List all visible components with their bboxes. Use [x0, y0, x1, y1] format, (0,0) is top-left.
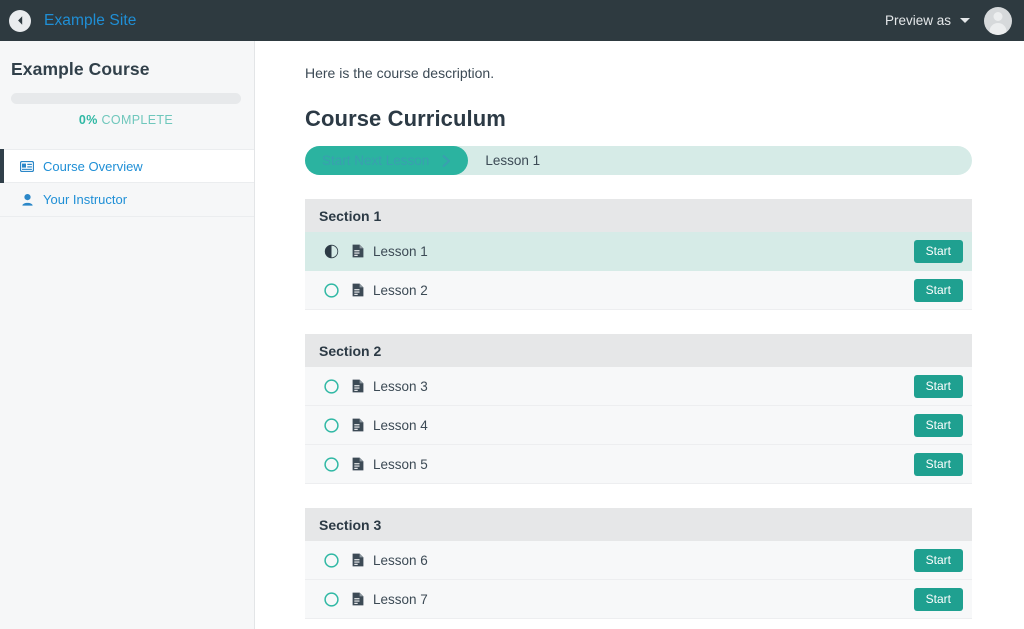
- start-button[interactable]: Start: [914, 375, 963, 398]
- lesson-name: Lesson 4: [373, 418, 428, 433]
- document-icon: [352, 379, 364, 393]
- back-icon[interactable]: [9, 10, 31, 32]
- next-lesson-name: Lesson 1: [485, 153, 540, 168]
- avatar-head: [994, 12, 1003, 21]
- empty-circle-icon: [323, 379, 339, 394]
- section-header: Section 1: [305, 199, 972, 232]
- avatar-body: [990, 23, 1007, 35]
- half-filled-circle-icon: [323, 244, 339, 259]
- preview-as-label: Preview as: [885, 13, 951, 28]
- progress-label: 0% COMPLETE: [11, 104, 241, 127]
- lesson-name: Lesson 2: [373, 283, 428, 298]
- course-progress: 0% COMPLETE: [0, 80, 254, 127]
- sidebar-nav: Course Overview Your Instructor: [0, 149, 254, 217]
- lesson-row[interactable]: Lesson 6 Start: [305, 541, 972, 580]
- document-icon: [352, 418, 364, 432]
- course-title: Example Course: [0, 41, 254, 80]
- start-button[interactable]: Start: [914, 240, 963, 263]
- preview-as-dropdown[interactable]: Preview as: [885, 13, 970, 28]
- lesson-row[interactable]: Lesson 2 Start: [305, 271, 972, 310]
- start-next-lesson-label: Start Next Lesson: [322, 153, 429, 168]
- section-lesson-list: Lesson 3 Start Lesson 4 Start: [305, 367, 972, 484]
- progress-bar-track: [11, 93, 241, 104]
- start-button[interactable]: Start: [914, 549, 963, 572]
- lesson-name: Lesson 7: [373, 592, 428, 607]
- section-title: Section 1: [319, 208, 381, 224]
- section-header: Section 2: [305, 334, 972, 367]
- empty-circle-icon: [323, 553, 339, 568]
- top-navigation-bar: Example Site Preview as: [0, 0, 1024, 41]
- empty-circle-icon: [323, 283, 339, 298]
- lesson-row[interactable]: Lesson 1 Start: [305, 232, 972, 271]
- curriculum-section: Section 1 Lesson 1 Start: [305, 199, 972, 310]
- sidebar-item-course-overview[interactable]: Course Overview: [0, 149, 254, 183]
- document-icon: [352, 457, 364, 471]
- chevron-left-icon: [14, 14, 27, 27]
- lesson-name: Lesson 5: [373, 457, 428, 472]
- course-description: Here is the course description.: [305, 65, 972, 81]
- avatar[interactable]: [984, 7, 1012, 35]
- main-content: Here is the course description. Course C…: [256, 41, 1024, 629]
- start-button[interactable]: Start: [914, 453, 963, 476]
- section-title: Section 3: [319, 517, 381, 533]
- curriculum-sections: Section 1 Lesson 1 Start: [305, 199, 972, 619]
- chevron-down-icon: [960, 18, 970, 23]
- document-icon: [352, 553, 364, 567]
- start-next-lesson-button[interactable]: Start Next Lesson: [305, 146, 468, 175]
- start-button[interactable]: Start: [914, 414, 963, 437]
- section-title: Section 2: [319, 343, 381, 359]
- empty-circle-icon: [323, 418, 339, 433]
- section-header: Section 3: [305, 508, 972, 541]
- course-sidebar: Example Course 0% COMPLETE Course Overvi…: [0, 41, 255, 629]
- curriculum-section: Section 3 Lesson 6 Start: [305, 508, 972, 619]
- next-lesson-banner: Start Next Lesson Lesson 1: [305, 146, 972, 175]
- lesson-name: Lesson 1: [373, 244, 428, 259]
- progress-complete-word: COMPLETE: [102, 113, 174, 127]
- lesson-name: Lesson 3: [373, 379, 428, 394]
- section-lesson-list: Lesson 6 Start Lesson 7 Start: [305, 541, 972, 619]
- overview-card-icon: [20, 161, 34, 172]
- sidebar-item-label: Your Instructor: [43, 192, 127, 207]
- site-title-link[interactable]: Example Site: [44, 12, 137, 30]
- page-title: Course Curriculum: [305, 106, 972, 132]
- document-icon: [352, 244, 364, 258]
- lesson-row[interactable]: Lesson 3 Start: [305, 367, 972, 406]
- section-lesson-list: Lesson 1 Start Lesson 2 Start: [305, 232, 972, 310]
- curriculum-section: Section 2 Lesson 3 Start: [305, 334, 972, 484]
- start-button[interactable]: Start: [914, 279, 963, 302]
- lesson-row[interactable]: Lesson 7 Start: [305, 580, 972, 619]
- lesson-row[interactable]: Lesson 5 Start: [305, 445, 972, 484]
- person-icon: [20, 194, 34, 206]
- sidebar-item-label: Course Overview: [43, 159, 143, 174]
- progress-percent: 0%: [79, 113, 98, 127]
- document-icon: [352, 283, 364, 297]
- chevron-right-icon: [442, 155, 451, 167]
- lesson-row[interactable]: Lesson 4 Start: [305, 406, 972, 445]
- top-bar-right-group: Preview as: [885, 7, 1012, 35]
- empty-circle-icon: [323, 457, 339, 472]
- start-button[interactable]: Start: [914, 588, 963, 611]
- empty-circle-icon: [323, 592, 339, 607]
- lesson-name: Lesson 6: [373, 553, 428, 568]
- document-icon: [352, 592, 364, 606]
- sidebar-item-your-instructor[interactable]: Your Instructor: [0, 183, 254, 217]
